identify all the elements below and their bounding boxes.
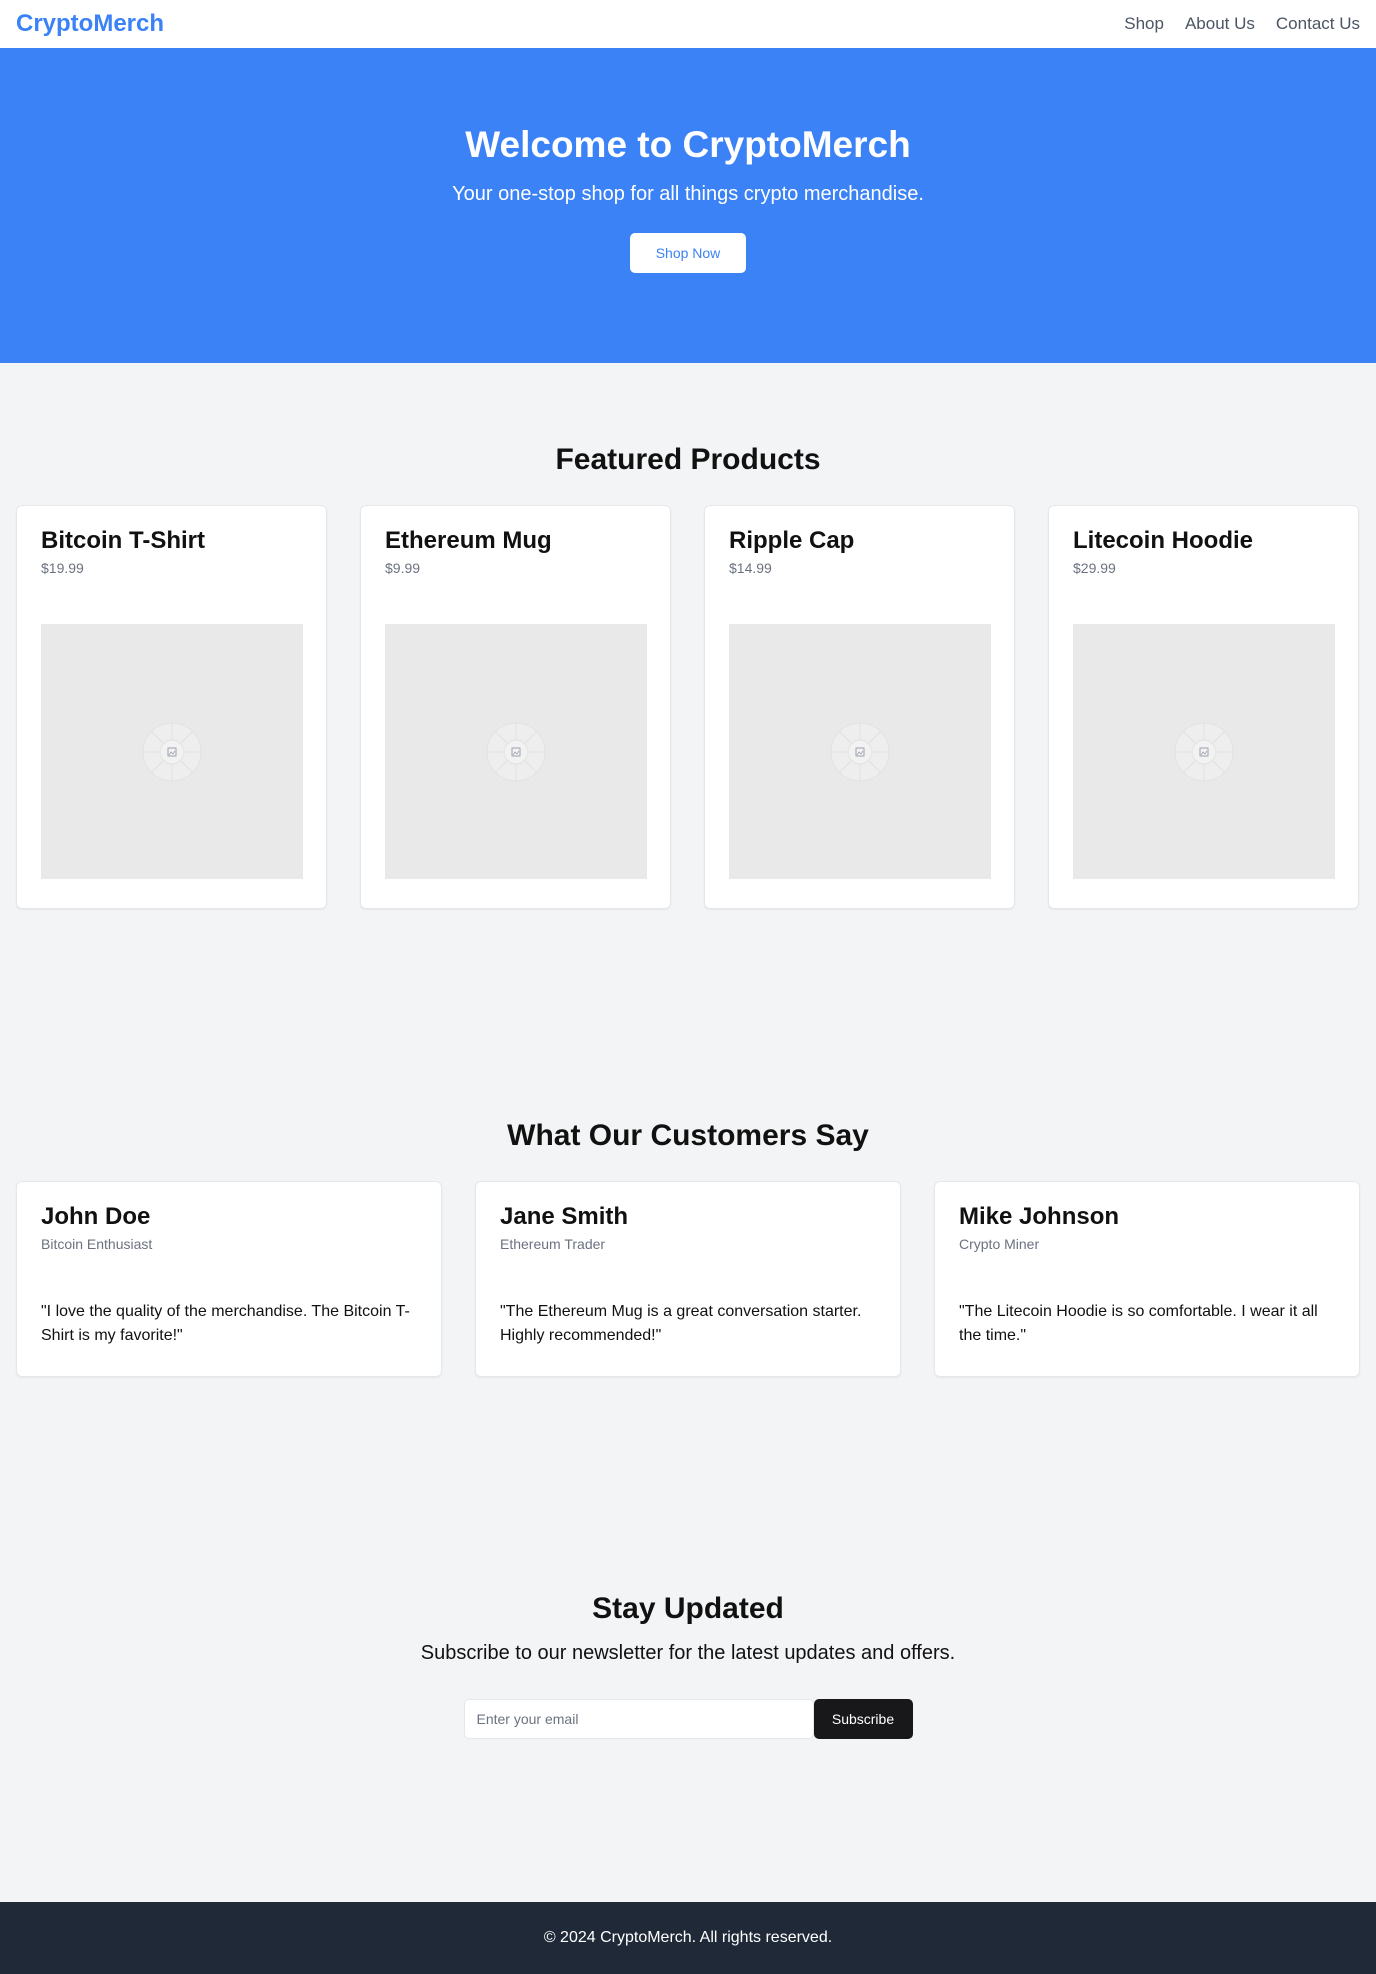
product-grid: Bitcoin T-Shirt $19.99 Ethereum Mug $9.9…: [0, 505, 1376, 909]
testimonial-grid: John Doe Bitcoin Enthusiast "I love the …: [0, 1181, 1376, 1377]
customer-role: Crypto Miner: [959, 1236, 1040, 1253]
testimonial-quote: "I love the quality of the merchandise. …: [41, 1303, 410, 1345]
image-placeholder-icon: [830, 722, 890, 782]
testimonial-quote: "The Ethereum Mug is a great conversatio…: [500, 1303, 862, 1345]
testimonials-section: What Our Customers Say John Doe Bitcoin …: [0, 1039, 1376, 1509]
site-header: CryptoMerch Shop About Us Contact Us: [0, 0, 1376, 48]
product-price: $9.99: [385, 560, 421, 577]
product-card[interactable]: Bitcoin T-Shirt $19.99: [16, 505, 327, 909]
hero-title: Welcome to CryptoMerch: [465, 124, 911, 165]
hero-subtitle: Your one-stop shop for all things crypto…: [452, 183, 924, 205]
product-price: $19.99: [41, 560, 84, 577]
nav-link-about-us[interactable]: About Us: [1185, 14, 1255, 34]
product-card[interactable]: Ethereum Mug $9.99: [360, 505, 671, 909]
customer-role: Bitcoin Enthusiast: [41, 1236, 153, 1253]
featured-products-section: Featured Products Bitcoin T-Shirt $19.99…: [0, 363, 1376, 1039]
customer-name: Mike Johnson: [959, 1203, 1120, 1230]
customer-name: Jane Smith: [500, 1203, 629, 1230]
main-nav: Shop About Us Contact Us: [1124, 14, 1360, 34]
copyright-text: © 2024 CryptoMerch. All rights reserved.: [543, 1929, 833, 1946]
site-logo[interactable]: CryptoMerch: [16, 10, 164, 38]
site-footer: © 2024 CryptoMerch. All rights reserved.: [0, 1902, 1376, 1974]
testimonial-quote: "The Litecoin Hoodie is so comfortable. …: [959, 1303, 1318, 1345]
image-placeholder-icon: [142, 722, 202, 782]
newsletter-section: Stay Updated Subscribe to our newsletter…: [0, 1509, 1376, 1902]
product-name: Bitcoin T-Shirt: [41, 527, 205, 554]
featured-products-title: Featured Products: [555, 443, 821, 476]
subscribe-form: Subscribe: [0, 1699, 1376, 1739]
product-image: [1073, 624, 1335, 880]
product-image: [41, 624, 303, 880]
product-card[interactable]: Litecoin Hoodie $29.99: [1048, 505, 1359, 909]
email-input[interactable]: [463, 1699, 814, 1739]
hero-section: Welcome to CryptoMerch Your one-stop sho…: [0, 48, 1376, 363]
product-name: Ethereum Mug: [385, 527, 552, 554]
customer-role: Ethereum Trader: [500, 1236, 606, 1253]
nav-link-contact-us[interactable]: Contact Us: [1276, 14, 1360, 34]
testimonials-title: What Our Customers Say: [507, 1119, 869, 1152]
product-name: Litecoin Hoodie: [1073, 527, 1253, 554]
product-image: [385, 624, 647, 880]
testimonial-card: John Doe Bitcoin Enthusiast "I love the …: [16, 1181, 442, 1377]
testimonial-card: Jane Smith Ethereum Trader "The Ethereum…: [475, 1181, 901, 1377]
product-card[interactable]: Ripple Cap $14.99: [704, 505, 1015, 909]
product-price: $29.99: [1073, 560, 1116, 577]
customer-name: John Doe: [41, 1203, 151, 1230]
product-image: [729, 624, 991, 880]
product-name: Ripple Cap: [729, 527, 855, 554]
newsletter-title: Stay Updated: [592, 1592, 784, 1625]
newsletter-text: Subscribe to our newsletter for the late…: [420, 1642, 956, 1664]
product-price: $14.99: [729, 560, 772, 577]
image-placeholder-icon: [486, 722, 546, 782]
nav-link-shop[interactable]: Shop: [1124, 14, 1164, 34]
subscribe-button[interactable]: Subscribe: [813, 1699, 913, 1739]
testimonial-card: Mike Johnson Crypto Miner "The Litecoin …: [934, 1181, 1360, 1377]
shop-now-button[interactable]: Shop Now: [630, 233, 746, 273]
image-placeholder-icon: [1174, 722, 1234, 782]
